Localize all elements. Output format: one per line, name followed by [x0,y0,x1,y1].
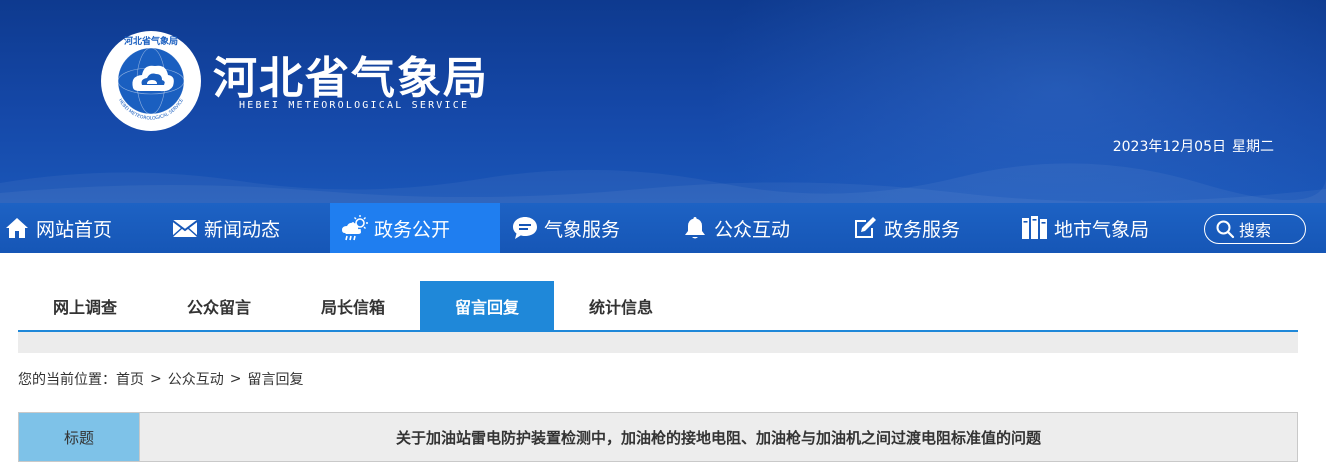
divider-strip [18,332,1298,353]
message-detail-table: 标题 关于加油站雷电防护装置检测中，加油枪的接地电阻、加油枪与加油机之间过渡电阻… [18,412,1298,462]
chat-bubble-icon [510,213,540,243]
sub-tabs: 网上调查 公众留言 局长信箱 留言回复 统计信息 [18,281,1298,332]
emblem-text: 河北省气象局 [124,35,178,47]
breadcrumb: 您的当前位置： 首页 > 公众互动 > 留言回复 [18,369,303,389]
nav-item-label: 地市气象局 [1054,218,1150,241]
nav-item-label: 政务服务 [884,218,961,241]
date-text: 2023年12月05日 [1112,139,1226,155]
nav-item-home[interactable]: 网站首页 [0,203,160,253]
envelope-icon [170,213,200,243]
site-subtitle: HEBEI METEOROLOGICAL SERVICE [239,100,470,111]
breadcrumb-prefix: 您的当前位置： [18,372,116,388]
nav-item-government-affairs[interactable]: 政务公开 [330,203,500,253]
nav-item-news[interactable]: 新闻动态 [160,203,330,253]
nav-item-label: 网站首页 [36,218,113,241]
main-nav: 网站首页 新闻动态 政务公开 气象服务 公众互动 政务服务 地市气象局 搜索 [0,203,1326,253]
table-cell-title-value: 关于加油站雷电防护装置检测中，加油枪的接地电阻、加油枪与加油机之间过渡电阻标准值… [140,413,1297,461]
search-label: 搜索 [1239,221,1272,240]
edit-icon [850,213,880,243]
search-button[interactable]: 搜索 [1204,214,1306,244]
breadcrumb-public-interaction[interactable]: 公众互动 [168,369,224,389]
header-banner: 河北省气象局 HEBEI METEOROLOGICAL SERVICE 河北省气… [0,0,1326,203]
nav-item-label: 气象服务 [544,218,621,241]
table-header-title: 标题 [19,413,140,461]
tab-statistics[interactable]: 统计信息 [554,281,688,330]
breadcrumb-message-replies[interactable]: 留言回复 [247,369,303,389]
current-date: 2023年12月05日 星期二 [1113,136,1274,156]
home-icon [2,213,32,243]
breadcrumb-separator: > [150,371,162,387]
nav-item-city-bureaus[interactable]: 地市气象局 [1010,203,1180,253]
bell-icon [680,213,710,243]
weather-bureau-emblem-logo[interactable]: 河北省气象局 HEBEI METEOROLOGICAL SERVICE [100,30,202,132]
tab-message-replies[interactable]: 留言回复 [420,281,554,330]
site-title: 河北省气象局 [213,53,489,104]
search-icon [1216,220,1235,239]
tab-public-messages[interactable]: 公众留言 [152,281,286,330]
nav-item-label: 公众互动 [714,218,791,241]
nav-item-public-interaction[interactable]: 公众互动 [670,203,840,253]
weather-icon [340,213,370,243]
breadcrumb-home[interactable]: 首页 [116,369,144,389]
tab-director-mailbox[interactable]: 局长信箱 [286,281,420,330]
tab-online-survey[interactable]: 网上调查 [18,281,152,330]
nav-item-weather-services[interactable]: 气象服务 [500,203,670,253]
breadcrumb-separator: > [229,371,242,387]
nav-item-label: 新闻动态 [204,218,281,241]
nav-item-label: 政务公开 [374,218,451,241]
books-icon [1020,213,1050,243]
nav-item-government-services[interactable]: 政务服务 [840,203,1010,253]
weekday-text: 星期二 [1232,139,1274,155]
